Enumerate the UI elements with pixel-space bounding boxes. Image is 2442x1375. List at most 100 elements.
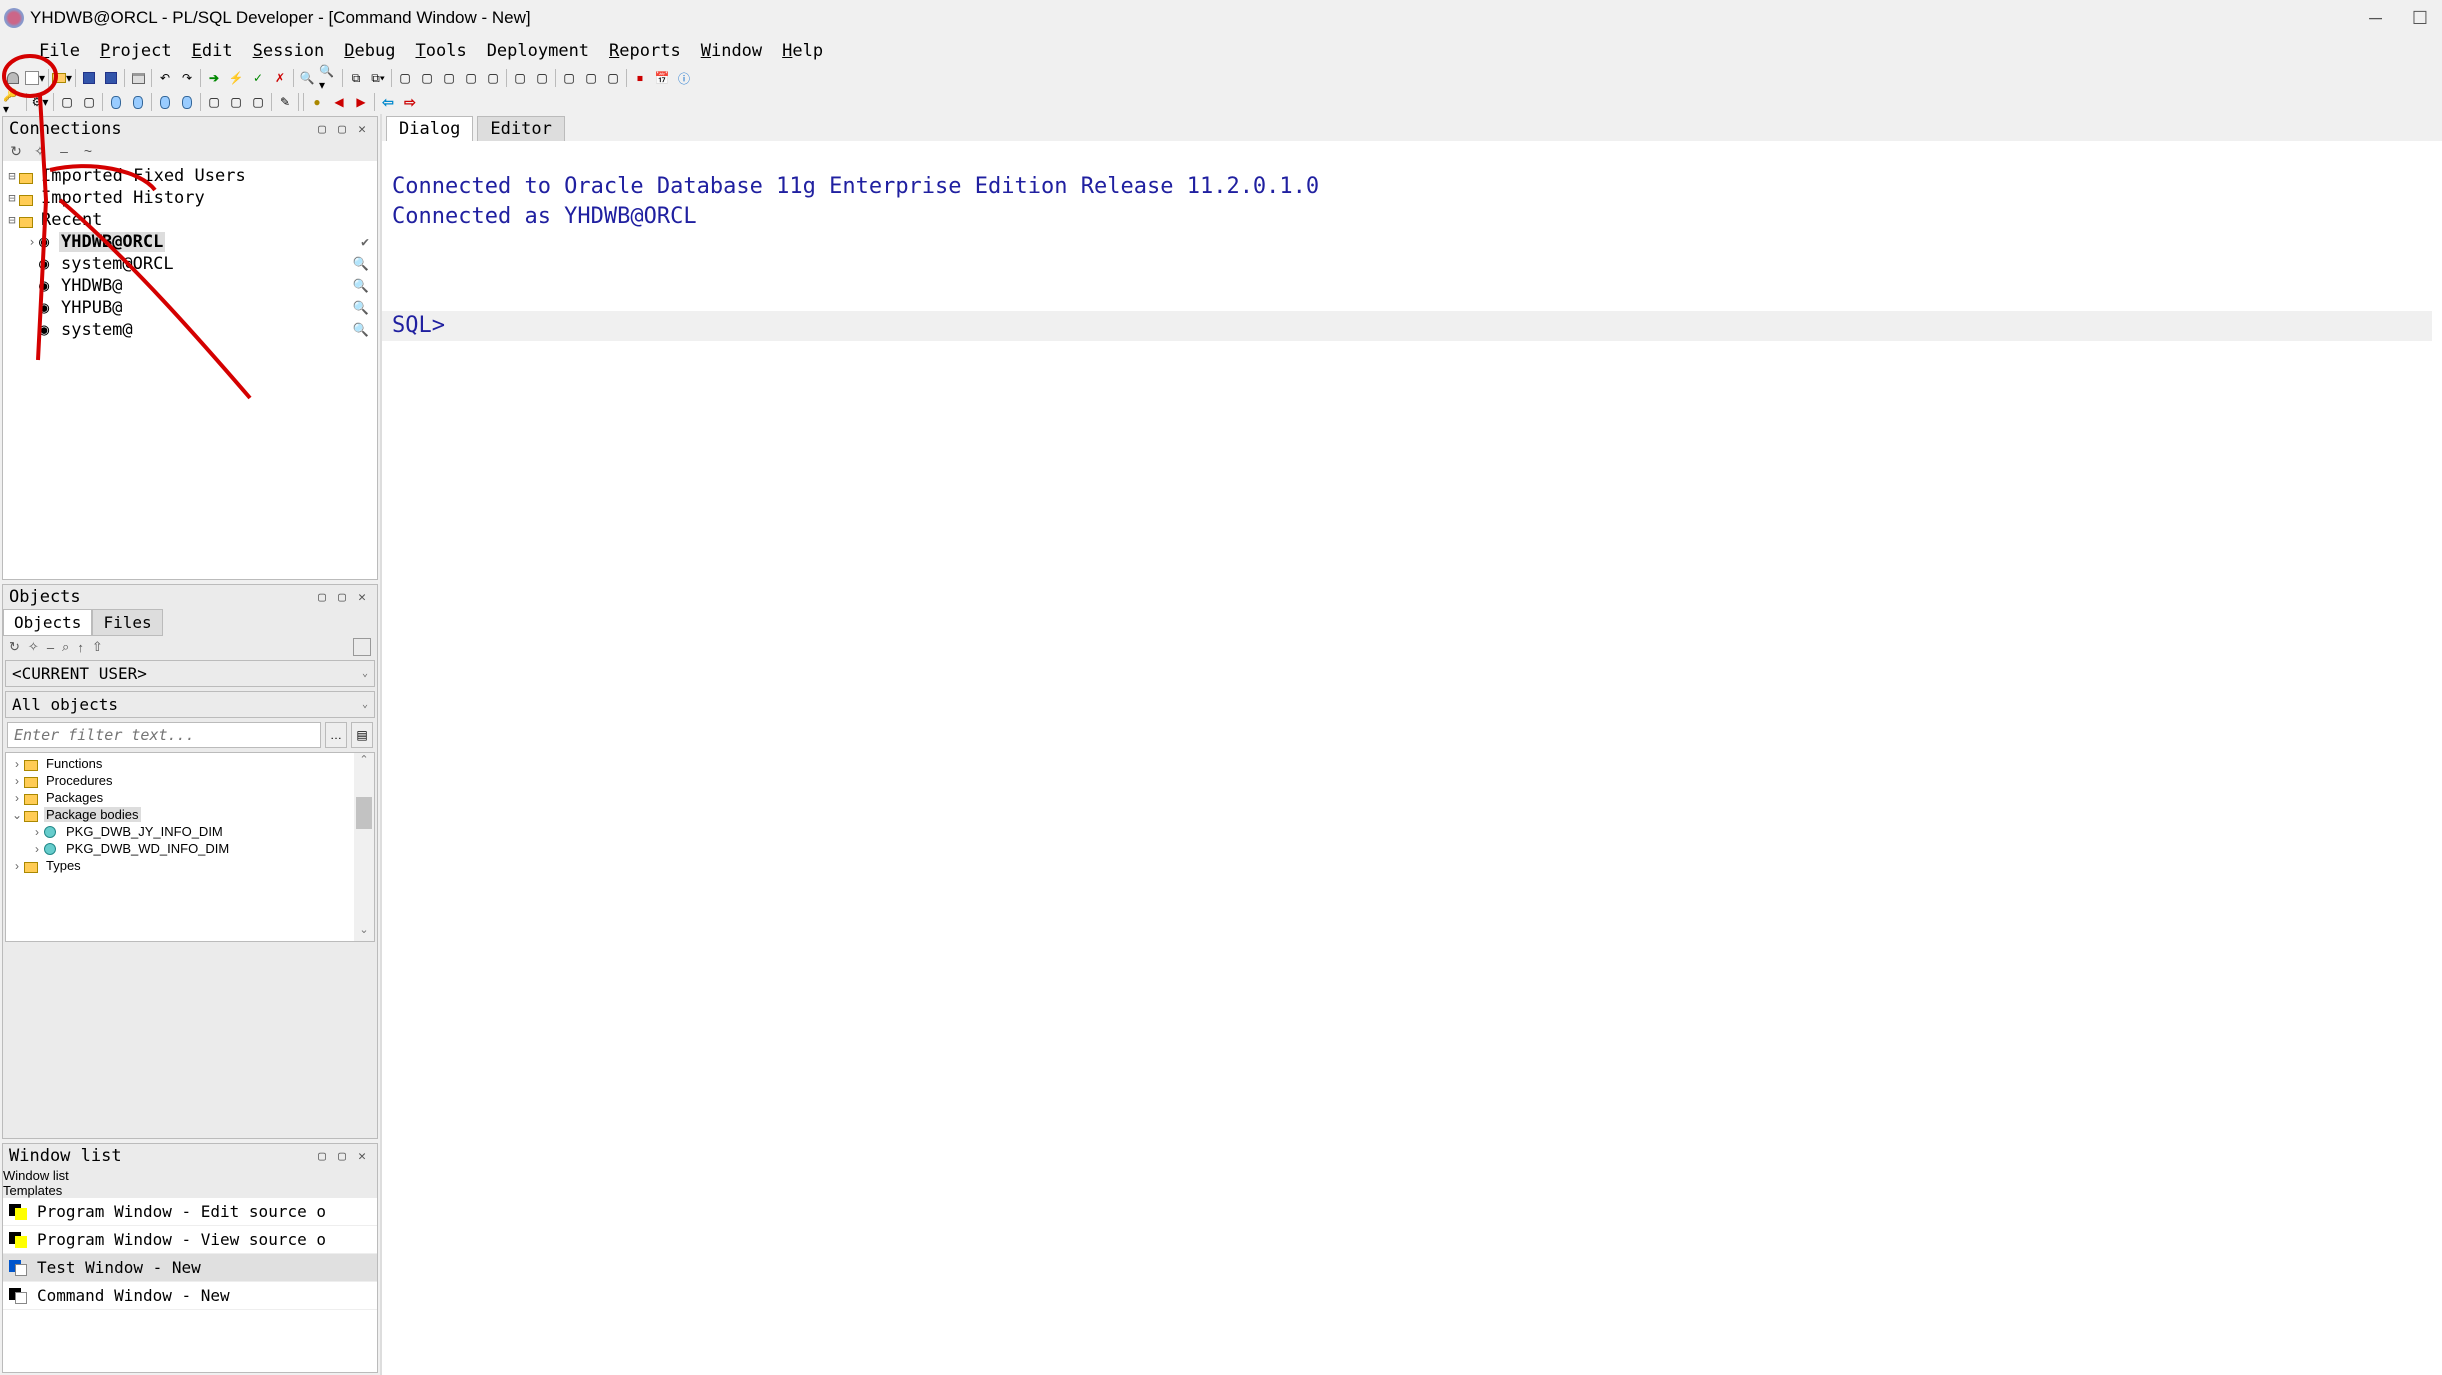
- tab-files[interactable]: Files: [92, 609, 162, 636]
- db-btn4[interactable]: [176, 92, 198, 112]
- tb-g[interactable]: ▢: [531, 68, 553, 88]
- tree-node-conn-0[interactable]: › ◉ YHDWB@ORCL ✔: [5, 231, 375, 253]
- break-button[interactable]: ⚡: [225, 68, 247, 88]
- expand-icon[interactable]: ›: [10, 791, 24, 805]
- nav-fwd-button[interactable]: ⇨: [399, 92, 421, 112]
- save-button[interactable]: [78, 68, 100, 88]
- bookmark-button[interactable]: ●: [306, 92, 328, 112]
- refresh-button[interactable]: ↻: [9, 639, 20, 655]
- logon-icon[interactable]: [2, 68, 24, 88]
- tab-window-list[interactable]: Window list: [3, 1168, 377, 1183]
- expand-icon[interactable]: ›: [30, 825, 44, 839]
- explain-plan-button[interactable]: ⧉: [345, 68, 367, 88]
- db-btn1[interactable]: [105, 92, 127, 112]
- menu-file[interactable]: File: [30, 39, 89, 63]
- panel-minimize-button[interactable]: ▢: [313, 589, 331, 605]
- tb2-c[interactable]: ▢: [203, 92, 225, 112]
- expand-icon[interactable]: ›: [10, 859, 24, 873]
- tb-a[interactable]: ▢: [394, 68, 416, 88]
- expand-icon[interactable]: [25, 257, 39, 271]
- panel-maximize-button[interactable]: ▢: [333, 121, 351, 137]
- tree-node-pkg2[interactable]: › PKG_DWB_WD_INFO_DIM: [10, 840, 370, 857]
- panel-maximize-button[interactable]: ▢: [333, 589, 351, 605]
- find-button[interactable]: ⌕: [62, 639, 69, 655]
- execute-button[interactable]: ➔: [203, 68, 225, 88]
- maximize-button[interactable]: ☐: [2412, 8, 2428, 29]
- expand-icon[interactable]: ›: [30, 842, 44, 856]
- redo-button[interactable]: ↷: [176, 68, 198, 88]
- expand-icon[interactable]: [25, 279, 39, 293]
- tab-templates[interactable]: Templates: [3, 1183, 377, 1198]
- expand-icon[interactable]: [25, 301, 39, 315]
- rollback-button[interactable]: ✗: [269, 68, 291, 88]
- menu-reports[interactable]: Reports: [600, 39, 690, 63]
- new-button[interactable]: ▾: [24, 68, 46, 88]
- tab-editor[interactable]: Editor: [477, 116, 564, 141]
- add-button[interactable]: ✧: [31, 143, 49, 159]
- tree-node-packages[interactable]: › Packages: [10, 789, 370, 806]
- up2-button[interactable]: ⇧: [92, 639, 103, 655]
- tb-h[interactable]: ▢: [558, 68, 580, 88]
- menu-debug[interactable]: Debug: [335, 39, 404, 63]
- beautify-button[interactable]: ✎: [274, 92, 296, 112]
- menu-window[interactable]: Window: [692, 39, 771, 63]
- add-button[interactable]: ✧: [28, 639, 39, 655]
- magnify-icon[interactable]: 🔍: [353, 279, 369, 294]
- commit-button[interactable]: ✓: [247, 68, 269, 88]
- filter-more-button[interactable]: …: [325, 722, 347, 748]
- tree-node-package-bodies[interactable]: ⌄ Package bodies: [10, 806, 370, 823]
- magnify-icon[interactable]: 🔍: [353, 301, 369, 316]
- magnify-icon[interactable]: 🔍: [353, 323, 369, 338]
- scrollbar[interactable]: ⌃ ⌄: [354, 753, 374, 941]
- expand-icon[interactable]: ⊟: [5, 169, 19, 183]
- calendar-button[interactable]: 📅: [651, 68, 673, 88]
- up-button[interactable]: ↑: [77, 640, 84, 655]
- scroll-thumb[interactable]: [356, 797, 372, 829]
- gear-button[interactable]: ⚙▾: [29, 92, 51, 112]
- expand-icon[interactable]: ›: [10, 757, 24, 771]
- menu-edit[interactable]: Edit: [183, 39, 242, 63]
- tb-f[interactable]: ▢: [509, 68, 531, 88]
- nav-back-button[interactable]: ⇦: [377, 92, 399, 112]
- expand-icon[interactable]: ⊟: [5, 191, 19, 205]
- menu-project[interactable]: Project: [91, 39, 181, 63]
- info-button[interactable]: ⓘ: [673, 68, 695, 88]
- menu-deployment[interactable]: Deployment: [478, 39, 598, 63]
- tree-node-conn-4[interactable]: ◉ system@ 🔍: [5, 319, 375, 341]
- db-btn2[interactable]: [127, 92, 149, 112]
- find-next-button[interactable]: 🔍▾: [318, 68, 340, 88]
- tb-i[interactable]: ▢: [580, 68, 602, 88]
- bookmark-next-button[interactable]: ▶: [350, 92, 372, 112]
- wl-item-test[interactable]: Test Window - New: [3, 1254, 377, 1282]
- scroll-up[interactable]: ⌃: [354, 753, 374, 771]
- panel-close-button[interactable]: ✕: [353, 1148, 371, 1164]
- panel-close-button[interactable]: ✕: [353, 589, 371, 605]
- rename-button[interactable]: ~: [79, 143, 97, 159]
- collapse-icon[interactable]: ⌄: [10, 808, 24, 822]
- tree-node-conn-3[interactable]: ◉ YHPUB@ 🔍: [5, 297, 375, 319]
- tree-node-imported-history[interactable]: ⊟ Imported History: [5, 187, 375, 209]
- explain-plan2-button[interactable]: ⧉▾: [367, 68, 389, 88]
- tab-dialog[interactable]: Dialog: [386, 116, 473, 141]
- wl-item-prog-view[interactable]: Program Window - View source o: [3, 1226, 377, 1254]
- tb-j[interactable]: ▢: [602, 68, 624, 88]
- tree-node-pkg1[interactable]: › PKG_DWB_JY_INFO_DIM: [10, 823, 370, 840]
- tb2-e[interactable]: ▢: [247, 92, 269, 112]
- undo-button[interactable]: ↶: [154, 68, 176, 88]
- panel-minimize-button[interactable]: ▢: [313, 1148, 331, 1164]
- tb2-b[interactable]: ▢: [78, 92, 100, 112]
- refresh-button[interactable]: ↻: [7, 143, 25, 159]
- tree-node-procedures[interactable]: › Procedures: [10, 772, 370, 789]
- minus-button[interactable]: –: [47, 640, 54, 655]
- command-window-editor[interactable]: Connected to Oracle Database 11g Enterpr…: [382, 141, 2442, 1375]
- current-user-dropdown[interactable]: <CURRENT USER> ⌄: [5, 660, 375, 687]
- expand-icon[interactable]: ›: [10, 774, 24, 788]
- collapse-icon[interactable]: ⊟: [5, 213, 19, 227]
- magnify-icon[interactable]: 🔍: [353, 257, 369, 272]
- minimize-button[interactable]: ─: [2369, 8, 2382, 29]
- wl-item-prog-edit[interactable]: Program Window - Edit source o: [3, 1198, 377, 1226]
- toggle-button[interactable]: [353, 638, 371, 656]
- tree-node-conn-2[interactable]: ◉ YHDWB@ 🔍: [5, 275, 375, 297]
- wl-item-cmd[interactable]: Command Window - New: [3, 1282, 377, 1310]
- all-objects-dropdown[interactable]: All objects ⌄: [5, 691, 375, 718]
